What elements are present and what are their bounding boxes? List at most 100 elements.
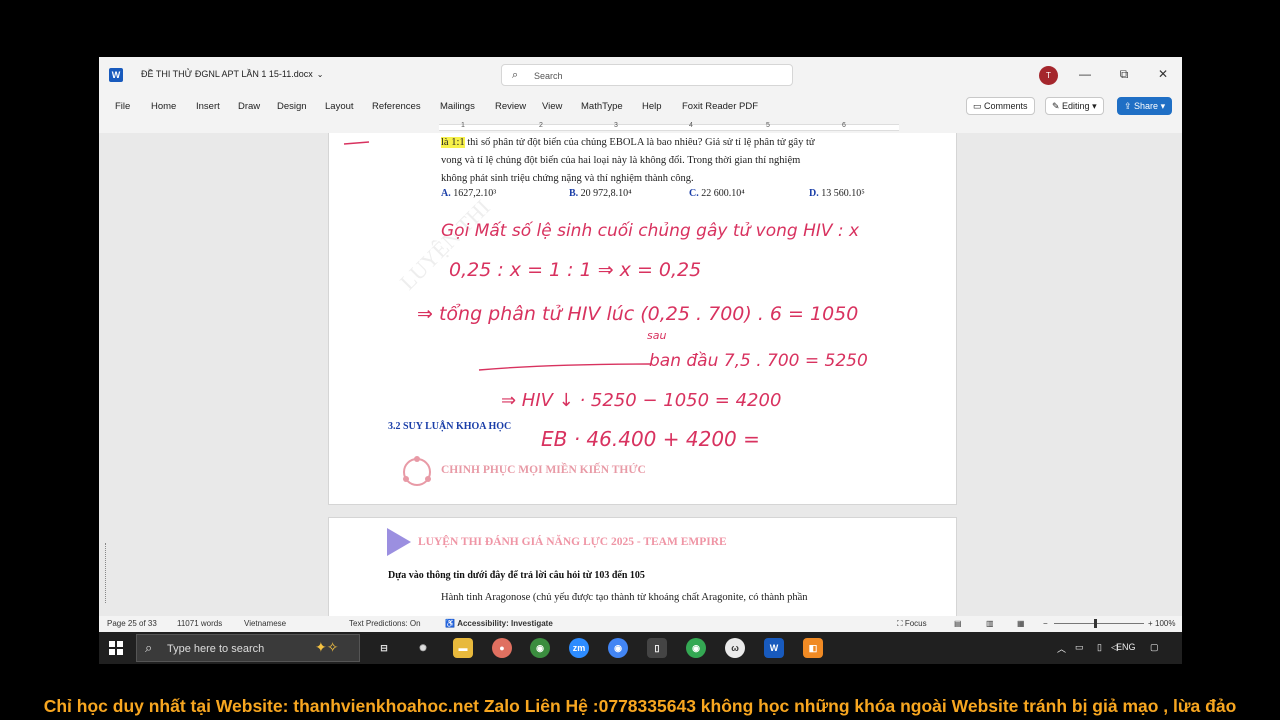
editing-button[interactable]: ✎ Editing ▾	[1045, 97, 1104, 115]
search-input[interactable]: ⌕ Search	[501, 64, 793, 86]
tab-file[interactable]: File	[115, 101, 130, 112]
pencil-icon: ✎	[1052, 101, 1063, 111]
chrome-icon[interactable]: ◉	[530, 638, 550, 658]
chevron-down-icon: ▾	[1089, 101, 1097, 111]
ink-line: 0,25 : x = 1 : 1 ⇒ x = 0,25	[449, 259, 701, 281]
ink-line: EB · 46.400 + 4200 =	[541, 427, 760, 451]
handwriting-ink: Gọi Mất số lệ sinh cuối chủng gây tử von…	[343, 141, 868, 451]
taskbar-search-input[interactable]: ⌕ Type here to search ✦✧	[136, 634, 360, 662]
word-count[interactable]: 11071 words	[177, 619, 222, 628]
tab-mathtype[interactable]: MathType	[581, 101, 623, 112]
widgets-icon[interactable]: ✺	[413, 638, 433, 658]
chrome-icon[interactable]: ◉	[608, 638, 628, 658]
tab-mailings[interactable]: Mailings	[440, 101, 475, 112]
word-taskbar-icon[interactable]: W	[764, 638, 784, 658]
ruler-track[interactable]	[439, 124, 899, 131]
ruler-number: 3	[614, 122, 618, 129]
phone-link-icon[interactable]: ▯	[647, 638, 667, 658]
tab-layout[interactable]: Layout	[325, 101, 354, 112]
comment-icon: ▭	[973, 101, 985, 111]
tab-foxit-reader-pdf[interactable]: Foxit Reader PDF	[682, 101, 758, 112]
passage-body: Hành tinh Aragonose (chủ yếu được tạo th…	[441, 592, 808, 603]
brand-line: CHINH PHỤC MỌI MIỀN KIẾN THỨC	[441, 464, 646, 476]
page-header-title: LUYỆN THI ĐÁNH GIÁ NĂNG LỰC 2025 - TEAM …	[418, 536, 727, 548]
close-button[interactable]: ✕	[1155, 67, 1171, 81]
read-mode-icon[interactable]: ▤	[954, 619, 962, 628]
zoom-slider-thumb[interactable]	[1094, 619, 1097, 628]
chrome-icon[interactable]: ◉	[686, 638, 706, 658]
zoom-app-icon[interactable]: zm	[569, 638, 589, 658]
document-canvas[interactable]: LUYỆN THI là 1:1 thì số phân tử đột biến…	[99, 133, 1182, 616]
chat-app-icon[interactable]: ●	[492, 638, 512, 658]
ink-text-group: Gọi Mất số lệ sinh cuối chủng gây tử von…	[417, 220, 868, 451]
ruler-number: 1	[461, 122, 465, 129]
file-explorer-icon[interactable]: ▬	[453, 638, 473, 658]
ink-line: ⇒ HIV ↓ · 5250 − 1050 = 4200	[501, 390, 781, 411]
accessibility-label: Accessibility: Investigate	[457, 619, 553, 628]
page-count[interactable]: Page 25 of 33	[107, 619, 157, 628]
share-button[interactable]: ⇪ Share ▾	[1117, 97, 1173, 115]
network-icon[interactable]: ▭	[1075, 642, 1084, 653]
orange-app-icon[interactable]: ◧	[803, 638, 823, 658]
app-w-icon[interactable]: ω	[725, 638, 745, 658]
ink-stroke	[343, 141, 370, 145]
focus-label: Focus	[904, 619, 927, 628]
play-triangle-icon	[387, 528, 411, 556]
task-view-icon[interactable]: ⊟	[374, 638, 394, 658]
search-placeholder: Search	[534, 71, 563, 81]
accessibility-status[interactable]: ♿ Accessibility: Investigate	[445, 619, 553, 628]
section-heading: 3.2 SUY LUẬN KHOA HỌC	[388, 421, 512, 432]
notification-icon[interactable]: ▢	[1150, 642, 1159, 653]
zoom-out-icon[interactable]: −	[1043, 619, 1048, 628]
ink-stroke	[478, 363, 652, 371]
focus-button[interactable]: ⛶ Focus	[897, 619, 927, 629]
windows-start-icon[interactable]	[109, 641, 123, 655]
tab-review[interactable]: Review	[495, 101, 526, 112]
ruler-number: 4	[689, 122, 693, 129]
zoom-level[interactable]: 100%	[1155, 619, 1175, 628]
search-icon: ⌕	[145, 640, 153, 655]
input-language[interactable]: ENG	[1116, 642, 1136, 652]
passage-heading: Dựa vào thông tin dưới đây để trả lời câ…	[388, 570, 645, 581]
vertical-ruler	[105, 543, 111, 603]
ruler-number: 5	[766, 122, 770, 129]
tab-help[interactable]: Help	[642, 101, 662, 112]
tab-draw[interactable]: Draw	[238, 101, 260, 112]
battery-icon[interactable]: ▯	[1097, 642, 1102, 653]
avatar[interactable]: T	[1039, 66, 1058, 85]
share-label: Share	[1134, 101, 1159, 111]
zoom-slider[interactable]	[1054, 623, 1144, 624]
document-page[interactable]: LUYỆN THI ĐÁNH GIÁ NĂNG LỰC 2025 - TEAM …	[328, 517, 957, 616]
minimize-button[interactable]: —	[1077, 67, 1093, 81]
print-layout-icon[interactable]: ▥	[986, 619, 994, 628]
web-layout-icon[interactable]: ▦	[1017, 619, 1025, 628]
taskbar-search-placeholder: Type here to search	[167, 643, 265, 655]
word-logo-icon: W	[109, 68, 123, 82]
document-page[interactable]: LUYỆN THI là 1:1 thì số phân tử đột biến…	[328, 133, 957, 505]
ink-line: ⇒ tổng phân tử HIV lúc (0,25 . 700) . 6 …	[417, 303, 858, 325]
promo-banner: Chỉ học duy nhất tại Website: thanhvienk…	[43, 696, 1237, 716]
sparkle-icon: ✦✧	[315, 639, 339, 655]
ruler[interactable]: 1 2 3 4 5 6	[99, 121, 1182, 133]
screen: W ĐỀ THI THỬ ĐGNL APT LẦN 1 15-11.docx ⌄ …	[0, 0, 1280, 720]
chevron-down-icon: ▾	[1158, 101, 1166, 111]
tray-chevron-icon[interactable]: ︿	[1057, 642, 1066, 655]
comments-label: Comments	[984, 101, 1028, 111]
ruler-number: 6	[842, 122, 846, 129]
focus-icon: ⛶	[897, 619, 905, 628]
text-predictions[interactable]: Text Predictions: On	[349, 619, 421, 628]
ink-line: Gọi Mất số lệ sinh cuối chủng gây tử von…	[441, 220, 860, 241]
tab-insert[interactable]: Insert	[196, 101, 220, 112]
status-bar: Page 25 of 33 11071 words Vietnamese Tex…	[99, 616, 1182, 632]
tab-references[interactable]: References	[372, 101, 421, 112]
tab-home[interactable]: Home	[151, 101, 176, 112]
tab-view[interactable]: View	[542, 101, 562, 112]
zoom-in-icon[interactable]: +	[1148, 619, 1153, 628]
taskbar: ⌕ Type here to search ✦✧ ⊟ ✺ ▬ ● ◉ zm ◉ …	[99, 632, 1182, 664]
restore-button[interactable]: ⧉	[1116, 67, 1132, 82]
document-title[interactable]: ĐỀ THI THỬ ĐGNL APT LẦN 1 15-11.docx ⌄	[141, 69, 323, 79]
tab-design[interactable]: Design	[277, 101, 307, 112]
comments-button[interactable]: ▭ Comments	[966, 97, 1035, 115]
language-indicator[interactable]: Vietnamese	[244, 619, 286, 628]
ruler-number: 2	[539, 122, 543, 129]
